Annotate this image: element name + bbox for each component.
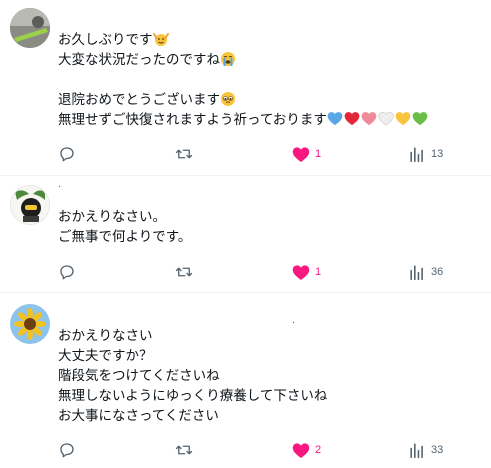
avatar[interactable] <box>10 8 50 48</box>
retweet-button[interactable] <box>174 262 199 282</box>
views-count: 13 <box>431 148 444 160</box>
like-icon <box>292 442 310 458</box>
reply-icon <box>60 443 74 458</box>
action-bar: 1 36 <box>58 262 478 282</box>
like-icon <box>292 146 310 162</box>
heart-emoji <box>378 111 394 126</box>
retweet-icon <box>175 149 193 159</box>
avatar[interactable] <box>10 185 50 225</box>
reply-button[interactable] <box>58 144 81 164</box>
views-button[interactable]: 33 <box>408 440 443 460</box>
views-button[interactable]: 13 <box>408 144 443 164</box>
reply-card[interactable]: · おかえりなさい 大丈夫ですか？ 階段気をつけてくださいね 無理しないようにゆ… <box>0 293 491 468</box>
avatar[interactable] <box>10 304 50 344</box>
reply-button[interactable] <box>58 262 81 282</box>
reply-card[interactable]: お久しぶりです 大変な状況だったのですね 退院おめでとうございます 無理せずご快… <box>0 0 491 176</box>
heart-emoji-row <box>327 111 429 128</box>
like-button[interactable]: 2 <box>292 440 321 460</box>
heart-emoji <box>395 112 411 126</box>
like-count: 1 <box>315 266 322 278</box>
action-bar: 2 33 <box>58 440 478 460</box>
retweet-button[interactable] <box>174 440 199 460</box>
views-icon <box>410 443 423 458</box>
retweet-icon <box>175 445 193 455</box>
reply-button[interactable] <box>58 440 81 460</box>
views-count: 33 <box>431 444 444 456</box>
reply-text: おかえりなさい。 ご無事で何よりです。 <box>58 209 192 245</box>
reply-icon <box>60 265 74 280</box>
raising-hands-face-emoji <box>152 31 169 47</box>
like-count: 2 <box>315 444 322 456</box>
retweet-button[interactable] <box>174 144 199 164</box>
retweet-icon <box>175 267 193 277</box>
action-bar: 1 13 <box>58 144 478 164</box>
heart-emoji <box>344 112 360 126</box>
heart-emoji <box>327 112 343 126</box>
handle-mark: · <box>58 182 62 193</box>
like-button[interactable]: 1 <box>292 144 321 164</box>
reply-card[interactable]: · おかえりなさい。 ご無事で何よりです。 1 36 <box>0 176 491 293</box>
reply-text: おかえりなさい 大丈夫ですか？ 階段気をつけてくださいね 無理しないようにゆっく… <box>58 328 328 424</box>
reply-icon <box>60 147 74 162</box>
views-icon <box>410 147 423 162</box>
like-button[interactable]: 1 <box>292 262 321 282</box>
like-count: 1 <box>315 148 322 160</box>
heart-emoji <box>412 112 428 126</box>
pleading-face-emoji <box>220 91 236 107</box>
loudly-crying-face-emoji <box>220 51 236 67</box>
views-icon <box>410 265 423 280</box>
views-button[interactable]: 36 <box>408 262 443 282</box>
like-icon <box>292 264 310 280</box>
heart-emoji <box>361 112 377 126</box>
views-count: 36 <box>431 266 444 278</box>
reply-text: お久しぶりです 大変な状況だったのですね 退院おめでとうございます 無理せずご快… <box>58 30 429 130</box>
